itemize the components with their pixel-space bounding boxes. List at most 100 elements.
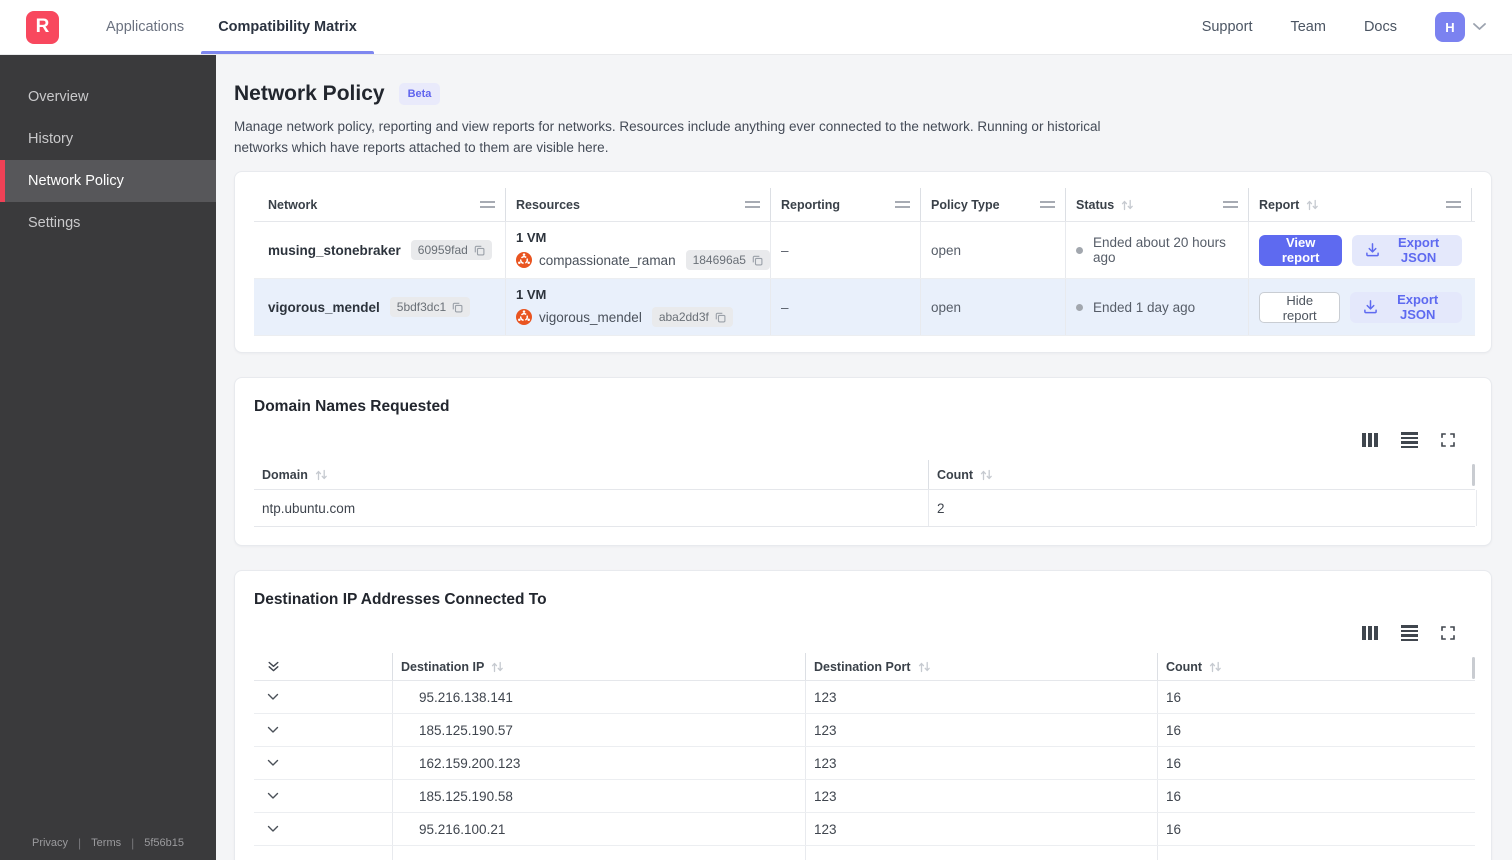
- col-header-count[interactable]: Count: [929, 460, 1477, 489]
- copy-icon[interactable]: [452, 302, 463, 313]
- row-expand-chevron-icon[interactable]: [254, 780, 393, 812]
- sort-icon[interactable]: [918, 661, 931, 673]
- column-drag-icon[interactable]: [1040, 201, 1055, 208]
- fullscreen-icon[interactable]: [1441, 433, 1455, 447]
- row-density-icon[interactable]: [1401, 625, 1418, 641]
- network-row-musing-stonebraker[interactable]: musing_stonebraker 60959fad 1 VM compass…: [254, 222, 1475, 279]
- col-header-reporting[interactable]: Reporting: [771, 188, 921, 221]
- col-header-destination-port[interactable]: Destination Port: [806, 653, 1158, 680]
- destination-ip-cell: 95.216.138.141: [393, 681, 806, 713]
- sidebar-item-network-policy[interactable]: Network Policy: [0, 160, 216, 202]
- domains-table-header: Domain Count: [254, 460, 1475, 490]
- network-name: musing_stonebraker: [268, 242, 401, 258]
- row-expand-chevron-icon[interactable]: [254, 747, 393, 779]
- col-header-destination-ip[interactable]: Destination IP: [393, 653, 806, 680]
- destinations-table: Destination IP Destination Port Count 95…: [254, 653, 1475, 860]
- tab-applications[interactable]: Applications: [89, 0, 201, 54]
- main-content: Network Policy Beta Manage network polic…: [216, 55, 1512, 860]
- scrollbar-thumb[interactable]: [1472, 657, 1475, 679]
- nav-link-team[interactable]: Team: [1290, 19, 1325, 35]
- col-header-count[interactable]: Count: [1158, 653, 1477, 680]
- destination-port-cell: 123: [806, 813, 1158, 845]
- hide-report-button[interactable]: Hide report: [1259, 291, 1341, 323]
- count-cell: 16: [1166, 788, 1182, 804]
- network-name: vigorous_mendel: [268, 299, 380, 315]
- sort-icon[interactable]: [491, 661, 504, 673]
- sidebar-item-settings[interactable]: Settings: [0, 202, 216, 244]
- network-row-vigorous-mendel[interactable]: vigorous_mendel 5bdf3dc1 1 VM vigorous_m…: [254, 279, 1475, 336]
- ubuntu-icon: [516, 309, 532, 325]
- report-cell: View report Export JSON: [1249, 222, 1472, 278]
- col-header-status[interactable]: Status: [1066, 188, 1249, 221]
- destination-row: 185.125.190.57 123 16: [254, 714, 1475, 747]
- view-report-button[interactable]: View report: [1259, 234, 1343, 266]
- destination-row: 162.159.200.123 123 16: [254, 747, 1475, 780]
- columns-icon[interactable]: [1362, 626, 1378, 640]
- app-logo[interactable]: R: [26, 10, 59, 44]
- reporting-cell: –: [771, 222, 921, 278]
- vm-count: 1 VM: [516, 287, 547, 302]
- nav-link-docs[interactable]: Docs: [1364, 19, 1397, 35]
- table-toolbar: [254, 625, 1455, 641]
- row-expand-chevron-icon[interactable]: [254, 813, 393, 845]
- terms-link[interactable]: Terms: [91, 837, 121, 849]
- user-menu[interactable]: H: [1435, 12, 1486, 42]
- destinations-card-title: Destination IP Addresses Connected To: [254, 591, 547, 608]
- row-density-icon[interactable]: [1401, 432, 1418, 448]
- export-json-button[interactable]: Export JSON: [1350, 291, 1462, 323]
- copy-icon[interactable]: [715, 312, 726, 323]
- column-drag-icon[interactable]: [745, 201, 760, 208]
- sort-icon[interactable]: [1121, 199, 1134, 211]
- sort-icon[interactable]: [980, 469, 993, 481]
- copy-icon[interactable]: [752, 255, 763, 266]
- fullscreen-icon[interactable]: [1441, 626, 1455, 640]
- destination-row-partial: [254, 846, 1475, 860]
- resource-name: compassionate_raman: [539, 252, 676, 268]
- privacy-link[interactable]: Privacy: [32, 837, 68, 849]
- reporting-cell: –: [771, 279, 921, 335]
- scrollbar-thumb[interactable]: [1472, 464, 1475, 486]
- sort-icon[interactable]: [315, 469, 328, 481]
- copy-icon[interactable]: [474, 245, 485, 256]
- domains-card: Domain Names Requested Domain Count ntp.…: [234, 377, 1492, 546]
- tab-compatibility-matrix[interactable]: Compatibility Matrix: [201, 0, 374, 54]
- network-cell: musing_stonebraker 60959fad: [254, 222, 506, 278]
- col-header-policy-type[interactable]: Policy Type: [921, 188, 1066, 221]
- col-header-resources[interactable]: Resources: [506, 188, 771, 221]
- resources-cell: 1 VM vigorous_mendel aba2dd3f: [506, 279, 771, 335]
- domains-card-title: Domain Names Requested: [254, 398, 450, 415]
- col-header-domain[interactable]: Domain: [254, 460, 929, 489]
- col-header-network[interactable]: Network: [254, 188, 506, 221]
- ubuntu-icon: [516, 252, 532, 268]
- column-drag-icon[interactable]: [1223, 201, 1238, 208]
- column-drag-icon[interactable]: [1446, 201, 1461, 208]
- column-drag-icon[interactable]: [895, 201, 910, 208]
- sidebar-footer: Privacy | Terms | 5f56b15: [0, 836, 216, 850]
- sidebar-item-history[interactable]: History: [0, 118, 216, 160]
- sort-icon[interactable]: [1209, 661, 1222, 673]
- status-dot-icon: [1076, 303, 1083, 311]
- row-expand-chevron-icon[interactable]: [254, 714, 393, 746]
- count-cell: 16: [1166, 821, 1182, 837]
- col-header-report[interactable]: Report: [1249, 188, 1472, 221]
- count-cell: 16: [1166, 755, 1182, 771]
- destination-row: 185.125.190.58 123 16: [254, 780, 1475, 813]
- nav-link-support[interactable]: Support: [1202, 19, 1253, 35]
- chevron-down-icon[interactable]: [1473, 23, 1486, 31]
- expand-all-icon[interactable]: [254, 653, 393, 680]
- sort-icon[interactable]: [1306, 199, 1319, 211]
- page-description: Manage network policy, reporting and vie…: [234, 119, 1101, 155]
- avatar[interactable]: H: [1435, 12, 1465, 42]
- sidebar-item-overview[interactable]: Overview: [0, 76, 216, 118]
- domains-table: Domain Count ntp.ubuntu.com 2: [254, 460, 1477, 527]
- columns-icon[interactable]: [1362, 433, 1378, 447]
- destination-port-cell: 123: [806, 747, 1158, 779]
- row-expand-chevron-icon[interactable]: [254, 681, 393, 713]
- domain-cell: ntp.ubuntu.com: [254, 490, 929, 526]
- networks-table-header: Network Resources Reporting Policy Type …: [254, 188, 1475, 222]
- column-drag-icon[interactable]: [480, 201, 495, 208]
- resource-name: vigorous_mendel: [539, 309, 642, 325]
- export-json-button[interactable]: Export JSON: [1352, 234, 1462, 266]
- networks-table-card: Network Resources Reporting Policy Type …: [234, 171, 1492, 353]
- policy-type-cell: open: [921, 222, 1066, 278]
